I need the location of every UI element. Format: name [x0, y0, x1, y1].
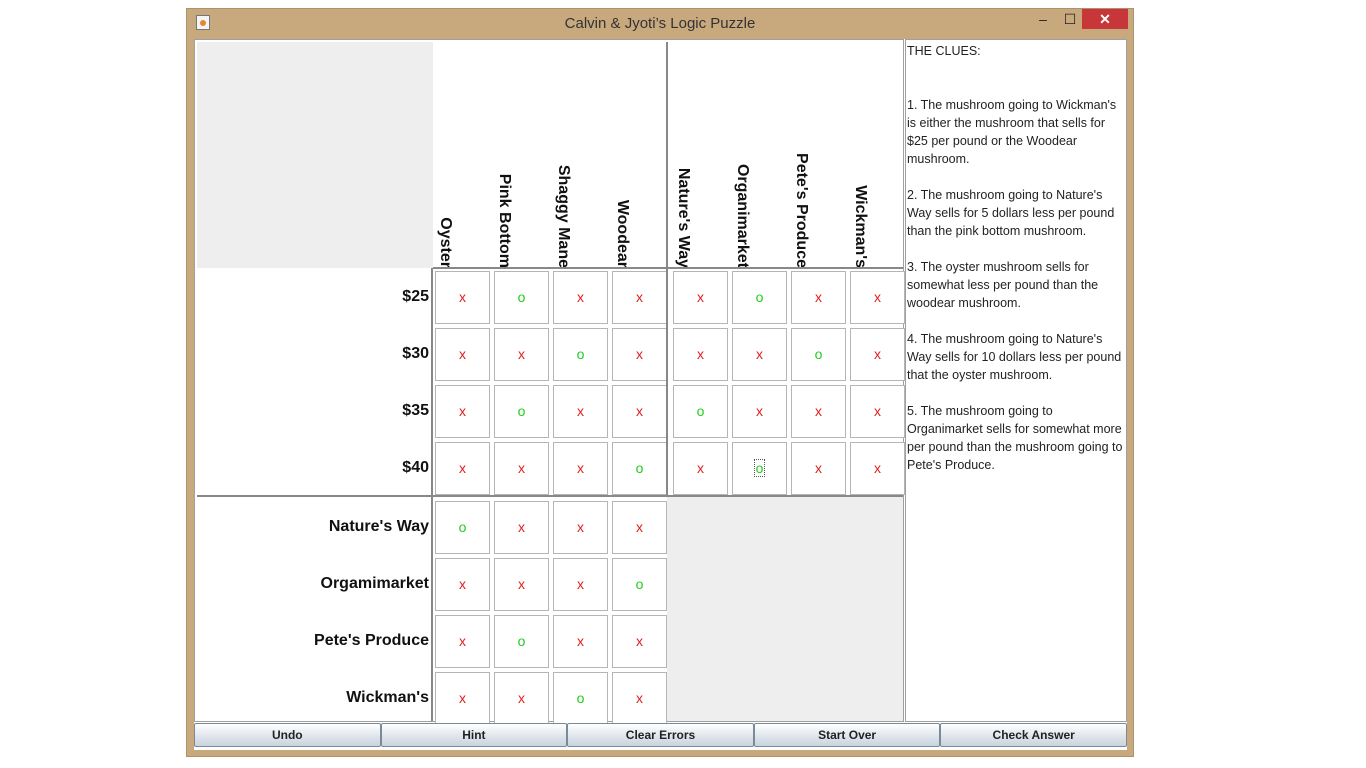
grid-cell-top-right[interactable]: x — [791, 442, 846, 495]
row-label: Orgamimarket — [320, 575, 430, 592]
grid-cell-bottom-left[interactable]: x — [553, 615, 608, 668]
clue-2: 2. The mushroom going to Nature's Way se… — [907, 188, 1115, 238]
grid-cell-bottom-left[interactable]: x — [612, 501, 667, 554]
clue-3: 3. The oyster mushroom sells for somewha… — [907, 260, 1099, 310]
grid-empty-quadrant — [667, 495, 903, 721]
row-label: $40 — [402, 459, 429, 476]
column-header-label: Oyster — [437, 217, 454, 268]
divider-line — [433, 267, 903, 269]
minimize-button[interactable]: – — [1030, 9, 1056, 29]
maximize-button[interactable]: ☐ — [1057, 9, 1083, 29]
column-header-label: Pete's Produce — [793, 153, 810, 268]
grid-cell-top-left[interactable]: x — [612, 328, 667, 381]
row-label: $25 — [402, 288, 429, 305]
grid-cell-bottom-left[interactable]: o — [494, 615, 549, 668]
grid-cell-bottom-left[interactable]: x — [612, 615, 667, 668]
divider-line — [666, 42, 668, 496]
row-label: Nature's Way — [328, 518, 429, 535]
puzzle-grid: Oyster Pink Bottom Shaggy Mane Woodear Natur… — [194, 39, 906, 725]
grid-cell-top-left[interactable]: x — [494, 442, 549, 495]
divider-line — [197, 495, 903, 497]
grid-cell-top-left[interactable]: o — [612, 442, 667, 495]
grid-cell-top-right[interactable]: o — [732, 271, 787, 324]
row-label: Pete's Produce — [314, 632, 429, 649]
grid-cell-bottom-left[interactable]: x — [494, 672, 549, 725]
clue-1: 1. The mushroom going to Wickman's is ei… — [907, 98, 1117, 166]
column-header-label: Nature's Way — [675, 167, 692, 268]
check-answer-button[interactable]: Check Answer — [940, 723, 1127, 747]
clue-4: 4. The mushroom going to Nature's Way se… — [907, 332, 1122, 382]
grid-cell-top-left[interactable]: x — [553, 271, 608, 324]
grid-cell-top-right[interactable]: x — [732, 385, 787, 438]
column-header: Pete's Produce — [789, 58, 847, 268]
start-over-button[interactable]: Start Over — [753, 723, 941, 747]
grid-cell-bottom-left[interactable]: x — [435, 615, 490, 668]
grid-cell-top-right[interactable]: x — [673, 328, 728, 381]
grid-cell-bottom-left[interactable]: x — [494, 501, 549, 554]
column-header-label: Organimarket — [734, 163, 751, 268]
grid-cell-top-left[interactable]: x — [553, 442, 608, 495]
grid-cell-bottom-left[interactable]: o — [612, 558, 667, 611]
column-header: Wickman's — [848, 58, 906, 268]
row-label: Wickman's — [346, 689, 429, 706]
hint-button[interactable]: Hint — [380, 723, 568, 747]
grid-cell-top-right[interactable]: x — [850, 442, 905, 495]
grid-cell-top-right[interactable]: x — [673, 442, 728, 495]
column-header: Woodear — [610, 58, 668, 268]
grid-cell-top-left[interactable]: x — [553, 385, 608, 438]
grid-cell-top-left[interactable]: x — [435, 328, 490, 381]
column-header-label: Woodear — [614, 199, 631, 268]
column-header: Oyster — [433, 58, 491, 268]
clue-5: 5. The mushroom going to Organimarket se… — [907, 404, 1123, 472]
grid-cell-top-left[interactable]: x — [435, 385, 490, 438]
title-bar[interactable]: Calvin & Jyoti’s Logic Puzzle – ☐ ✕ — [187, 9, 1133, 39]
grid-cell-top-right[interactable]: o — [673, 385, 728, 438]
button-bar: Undo Hint Clear Errors Start Over Check … — [194, 723, 1127, 749]
column-header: Shaggy Mane — [551, 58, 609, 268]
column-header: Organimarket — [730, 58, 788, 268]
grid-cell-bottom-left[interactable]: x — [435, 558, 490, 611]
grid-cell-top-left[interactable]: o — [553, 328, 608, 381]
grid-cell-top-right[interactable]: o — [732, 442, 787, 495]
row-label: $35 — [402, 402, 429, 419]
grid-cell-bottom-left[interactable]: o — [435, 501, 490, 554]
grid-cell-top-right[interactable]: o — [791, 328, 846, 381]
grid-cell-top-left[interactable]: x — [435, 271, 490, 324]
grid-cell-top-left[interactable]: x — [435, 442, 490, 495]
grid-cell-bottom-left[interactable]: o — [553, 672, 608, 725]
clues-title: THE CLUES: — [907, 44, 981, 58]
column-header: Pink Bottom — [492, 58, 550, 268]
app-window: Calvin & Jyoti’s Logic Puzzle – ☐ ✕ Oyst… — [186, 8, 1134, 757]
grid-cell-top-right[interactable]: x — [850, 328, 905, 381]
grid-cell-top-right[interactable]: x — [850, 385, 905, 438]
window-title: Calvin & Jyoti’s Logic Puzzle — [564, 15, 756, 32]
grid-cell-top-right[interactable]: x — [673, 271, 728, 324]
column-header-label: Wickman's — [852, 185, 869, 268]
grid-corner — [197, 42, 433, 268]
grid-cell-top-right[interactable]: x — [850, 271, 905, 324]
column-header-label: Shaggy Mane — [555, 164, 572, 268]
grid-cell-bottom-left[interactable]: x — [553, 501, 608, 554]
undo-button[interactable]: Undo — [194, 723, 381, 747]
grid-cell-top-left[interactable]: o — [494, 271, 549, 324]
grid-cell-top-left[interactable]: x — [612, 271, 667, 324]
clues-panel: THE CLUES: 1. The mushroom going to Wick… — [905, 39, 1127, 722]
client-area: Oyster Pink Bottom Shaggy Mane Woodear Natur… — [194, 39, 1127, 750]
grid-cell-bottom-left[interactable]: x — [553, 558, 608, 611]
grid-cell-bottom-left[interactable]: x — [494, 558, 549, 611]
grid-cell-top-right[interactable]: x — [791, 385, 846, 438]
clear-errors-button[interactable]: Clear Errors — [567, 723, 754, 747]
column-header: Nature's Way — [671, 58, 729, 268]
grid-cell-bottom-left[interactable]: x — [612, 672, 667, 725]
grid-cell-top-left[interactable]: o — [494, 385, 549, 438]
grid-cell-top-right[interactable]: x — [791, 271, 846, 324]
column-header-label: Pink Bottom — [496, 173, 513, 268]
grid-cell-bottom-left[interactable]: x — [435, 672, 490, 725]
grid-cell-top-right[interactable]: x — [732, 328, 787, 381]
close-button[interactable]: ✕ — [1082, 9, 1128, 29]
grid-cell-top-left[interactable]: x — [494, 328, 549, 381]
grid-cell-top-left[interactable]: x — [612, 385, 667, 438]
row-label: $30 — [402, 345, 429, 362]
